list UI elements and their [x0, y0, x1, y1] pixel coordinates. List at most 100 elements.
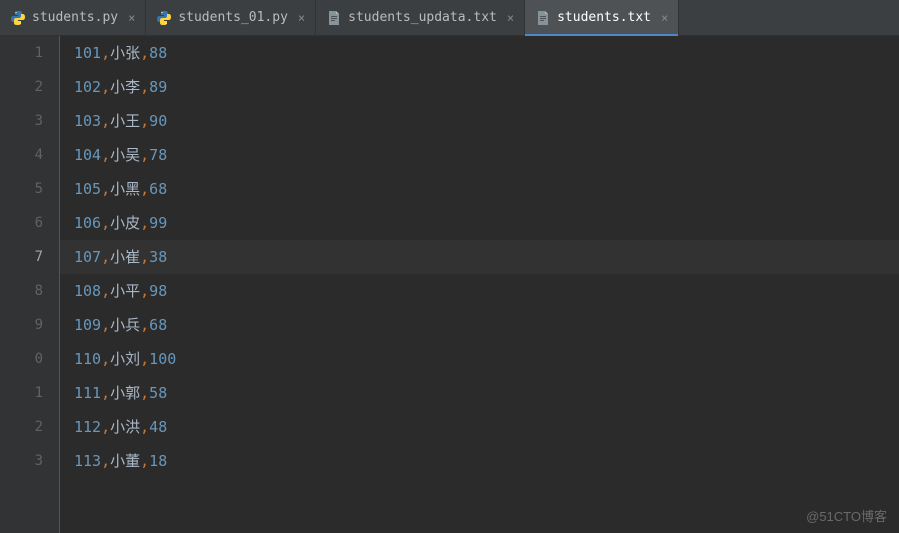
- line-number: 3: [0, 444, 43, 478]
- line-number: 3: [0, 104, 43, 138]
- python-file-icon: [10, 10, 26, 26]
- text-line[interactable]: 107,小崔,38: [60, 240, 899, 274]
- line-number: 2: [0, 70, 43, 104]
- separator: ,: [101, 44, 110, 62]
- text-line[interactable]: 108,小平,98: [74, 274, 899, 308]
- separator: ,: [140, 350, 149, 368]
- text-line[interactable]: 103,小王,90: [74, 104, 899, 138]
- field-name: 小郭: [110, 384, 140, 402]
- separator: ,: [140, 180, 149, 198]
- field-score: 99: [149, 214, 167, 232]
- field-id: 101: [74, 44, 101, 62]
- text-line[interactable]: 110,小刘,100: [74, 342, 899, 376]
- field-name: 小崔: [110, 248, 140, 266]
- separator: ,: [140, 112, 149, 130]
- field-score: 90: [149, 112, 167, 130]
- separator: ,: [140, 452, 149, 470]
- field-score: 38: [149, 248, 167, 266]
- tab-bar: students.py×students_01.py×students_upda…: [0, 0, 899, 36]
- field-id: 105: [74, 180, 101, 198]
- line-number: 1: [0, 376, 43, 410]
- field-id: 108: [74, 282, 101, 300]
- field-id: 111: [74, 384, 101, 402]
- tab-label: students_01.py: [178, 10, 288, 25]
- field-name: 小洪: [110, 418, 140, 436]
- text-line[interactable]: 111,小郭,58: [74, 376, 899, 410]
- field-score: 100: [149, 350, 176, 368]
- separator: ,: [140, 248, 149, 266]
- field-id: 110: [74, 350, 101, 368]
- tab-label: students_updata.txt: [348, 10, 497, 25]
- text-line[interactable]: 104,小吴,78: [74, 138, 899, 172]
- field-name: 小李: [110, 78, 140, 96]
- field-id: 109: [74, 316, 101, 334]
- separator: ,: [101, 180, 110, 198]
- close-icon[interactable]: ×: [298, 11, 305, 25]
- close-icon[interactable]: ×: [507, 11, 514, 25]
- separator: ,: [101, 350, 110, 368]
- field-score: 89: [149, 78, 167, 96]
- field-id: 103: [74, 112, 101, 130]
- text-line[interactable]: 102,小李,89: [74, 70, 899, 104]
- separator: ,: [101, 384, 110, 402]
- field-name: 小皮: [110, 214, 140, 232]
- text-file-icon: [535, 10, 551, 26]
- line-number: 0: [0, 342, 43, 376]
- field-name: 小刘: [110, 350, 140, 368]
- line-number: 1: [0, 36, 43, 70]
- python-file-icon: [156, 10, 172, 26]
- field-score: 68: [149, 316, 167, 334]
- line-number: 9: [0, 308, 43, 342]
- field-score: 58: [149, 384, 167, 402]
- separator: ,: [140, 384, 149, 402]
- tab-label: students.py: [32, 10, 118, 25]
- tab-students-txt[interactable]: students.txt×: [525, 0, 679, 35]
- separator: ,: [140, 418, 149, 436]
- text-line[interactable]: 113,小董,18: [74, 444, 899, 478]
- separator: ,: [140, 78, 149, 96]
- line-number: 4: [0, 138, 43, 172]
- gutter: 1234567890123: [0, 36, 60, 533]
- separator: ,: [101, 248, 110, 266]
- field-score: 78: [149, 146, 167, 164]
- field-id: 107: [74, 248, 101, 266]
- separator: ,: [140, 146, 149, 164]
- text-line[interactable]: 112,小洪,48: [74, 410, 899, 444]
- text-file-icon: [326, 10, 342, 26]
- field-id: 113: [74, 452, 101, 470]
- separator: ,: [101, 316, 110, 334]
- tab-students-py[interactable]: students.py ×: [0, 0, 146, 35]
- tab-students_updata-txt[interactable]: students_updata.txt ×: [316, 0, 525, 35]
- text-line[interactable]: 105,小黑,68: [74, 172, 899, 206]
- separator: ,: [101, 452, 110, 470]
- separator: ,: [140, 316, 149, 334]
- line-number: 7: [0, 240, 43, 274]
- separator: ,: [101, 146, 110, 164]
- separator: ,: [101, 418, 110, 436]
- line-number: 8: [0, 274, 43, 308]
- separator: ,: [101, 112, 110, 130]
- field-score: 48: [149, 418, 167, 436]
- field-name: 小张: [110, 44, 140, 62]
- line-number: 5: [0, 172, 43, 206]
- text-line[interactable]: 109,小兵,68: [74, 308, 899, 342]
- field-score: 18: [149, 452, 167, 470]
- separator: ,: [101, 214, 110, 232]
- field-name: 小兵: [110, 316, 140, 334]
- field-score: 68: [149, 180, 167, 198]
- separator: ,: [140, 214, 149, 232]
- line-number: 2: [0, 410, 43, 444]
- editor-content[interactable]: 101,小张,88102,小李,89103,小王,90104,小吴,78105,…: [60, 36, 899, 533]
- field-name: 小董: [110, 452, 140, 470]
- line-number: 6: [0, 206, 43, 240]
- separator: ,: [140, 44, 149, 62]
- field-name: 小黑: [110, 180, 140, 198]
- text-line[interactable]: 101,小张,88: [74, 36, 899, 70]
- close-icon[interactable]: ×: [661, 11, 668, 25]
- separator: ,: [140, 282, 149, 300]
- text-line[interactable]: 106,小皮,99: [74, 206, 899, 240]
- close-icon[interactable]: ×: [128, 11, 135, 25]
- tab-students_01-py[interactable]: students_01.py ×: [146, 0, 316, 35]
- field-name: 小王: [110, 112, 140, 130]
- watermark: @51CTO博客: [806, 506, 887, 525]
